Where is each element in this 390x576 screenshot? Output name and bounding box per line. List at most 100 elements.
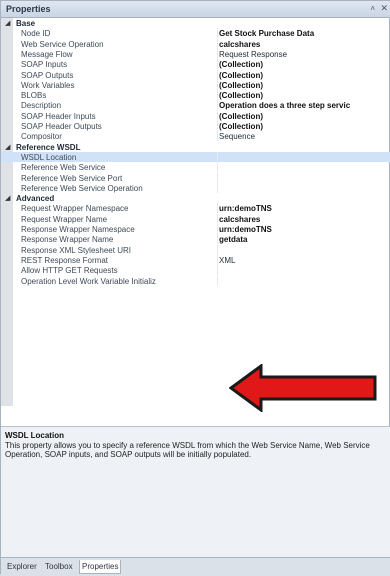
- property-name: Node ID: [21, 29, 51, 39]
- property-row[interactable]: Request Wrapper Name calcshares: [1, 213, 390, 224]
- property-value[interactable]: (Collection): [219, 91, 263, 100]
- column-divider: [217, 110, 218, 121]
- property-name: Response XML Stylesheet URI: [21, 245, 131, 255]
- column-divider: [217, 59, 218, 70]
- property-row[interactable]: Reference Web Service Operation: [1, 182, 390, 193]
- property-row[interactable]: Operation Level Work Variable Initializ: [1, 275, 390, 286]
- category-label: Advanced: [16, 194, 55, 204]
- pin-icon[interactable]: ˄: [370, 4, 375, 13]
- property-value[interactable]: getdata: [219, 235, 247, 244]
- property-value[interactable]: Operation does a three step servic: [219, 101, 350, 110]
- collapse-triangle-icon[interactable]: ◢: [5, 143, 10, 151]
- properties-window: Properties ˄ ✕ ◢ Base Node ID Get Stock Pur…: [0, 0, 390, 576]
- property-value[interactable]: Request Response: [219, 50, 287, 59]
- column-divider: [217, 162, 218, 173]
- property-row[interactable]: Response XML Stylesheet URI: [1, 244, 390, 255]
- column-divider: [217, 28, 218, 39]
- property-value[interactable]: Sequence: [219, 132, 255, 141]
- column-divider: [217, 151, 218, 162]
- category-reference-wsdl[interactable]: ◢ Reference WSDL: [1, 142, 390, 152]
- property-value[interactable]: (Collection): [219, 112, 263, 121]
- column-divider: [217, 48, 218, 59]
- column-divider: [217, 100, 218, 111]
- column-divider: [217, 234, 218, 245]
- panel-tab-strip: Explorer Toolbox Properties: [1, 557, 390, 576]
- property-value[interactable]: calcshares: [219, 215, 260, 224]
- property-name: REST Response Format: [21, 255, 108, 265]
- property-value[interactable]: urn:demoTNS: [219, 204, 272, 213]
- property-name: Reference Web Service Operation: [21, 183, 143, 193]
- property-name: SOAP Outputs: [21, 70, 74, 80]
- property-row[interactable]: Description Operation does a three step s…: [1, 100, 390, 111]
- property-grid: ◢ Base Node ID Get Stock Purchase Data Web S…: [1, 18, 390, 406]
- property-row[interactable]: Request Wrapper Namespace urn:demoTNS: [1, 203, 390, 214]
- tab-explorer[interactable]: Explorer: [5, 560, 39, 574]
- property-row[interactable]: Allow HTTP GET Requests: [1, 265, 390, 276]
- property-name: Operation Level Work Variable Initializ: [21, 276, 156, 286]
- close-icon[interactable]: ✕: [380, 3, 388, 14]
- property-value[interactable]: calcshares: [219, 40, 260, 49]
- description-title: WSDL Location: [5, 431, 64, 440]
- property-name: WSDL Location: [21, 152, 77, 162]
- property-value[interactable]: urn:demoTNS: [219, 225, 272, 234]
- tab-properties[interactable]: Properties: [79, 560, 122, 574]
- properties-titlebar: Properties ˄ ✕: [1, 1, 390, 18]
- property-name: Response Wrapper Name: [21, 235, 114, 245]
- collapse-triangle-icon[interactable]: ◢: [5, 19, 10, 27]
- property-name: Request Wrapper Name: [21, 214, 108, 224]
- property-row[interactable]: BLOBs (Collection): [1, 90, 390, 101]
- property-name: Reference Web Service Port: [21, 173, 123, 183]
- property-name: Compositor: [21, 132, 62, 142]
- column-divider: [217, 244, 218, 255]
- property-value[interactable]: Get Stock Purchase Data: [219, 29, 314, 38]
- description-pane: WSDL Location This property allows you t…: [1, 426, 390, 557]
- column-divider: [217, 213, 218, 224]
- property-row[interactable]: SOAP Header Outputs (Collection): [1, 121, 390, 131]
- column-divider: [217, 69, 218, 80]
- property-value[interactable]: (Collection): [219, 81, 263, 90]
- column-divider: [217, 121, 218, 131]
- property-name: Description: [21, 101, 62, 111]
- property-row[interactable]: WSDL Location: [1, 151, 390, 162]
- property-row[interactable]: REST Response Format XML: [1, 254, 390, 265]
- column-divider: [217, 38, 218, 49]
- property-value[interactable]: (Collection): [219, 71, 263, 80]
- property-row[interactable]: Reference Web Service Port: [1, 172, 390, 183]
- property-name: Allow HTTP GET Requests: [21, 266, 118, 276]
- property-name: Reference Web Service: [21, 163, 106, 173]
- property-name: SOAP Header Outputs: [21, 122, 102, 131]
- property-name: Message Flow: [21, 49, 73, 59]
- category-label: Reference WSDL: [16, 142, 81, 152]
- tab-toolbox[interactable]: Toolbox: [43, 560, 75, 574]
- property-value[interactable]: (Collection): [219, 60, 263, 69]
- column-divider: [217, 275, 218, 286]
- property-row[interactable]: Message Flow Request Response: [1, 48, 390, 59]
- property-row[interactable]: Response Wrapper Name getdata: [1, 234, 390, 245]
- column-divider: [217, 182, 218, 193]
- property-name: BLOBs: [21, 91, 47, 101]
- column-divider: [217, 224, 218, 234]
- property-row[interactable]: Work Variables (Collection): [1, 79, 390, 90]
- property-row[interactable]: Node ID Get Stock Purchase Data: [1, 28, 390, 39]
- property-row[interactable]: Reference Web Service: [1, 162, 390, 173]
- property-row[interactable]: Web Service Operation calcshares: [1, 38, 390, 49]
- column-divider: [217, 172, 218, 183]
- property-value[interactable]: (Collection): [219, 122, 263, 131]
- column-divider: [217, 254, 218, 265]
- property-row[interactable]: SOAP Outputs (Collection): [1, 69, 390, 80]
- property-name: Web Service Operation: [21, 39, 104, 49]
- property-row[interactable]: Compositor Sequence: [1, 131, 390, 142]
- column-divider: [217, 131, 218, 142]
- collapse-triangle-icon[interactable]: ◢: [5, 194, 10, 202]
- property-name: Response Wrapper Namespace: [21, 225, 135, 234]
- category-advanced[interactable]: ◢ Advanced: [1, 193, 390, 203]
- property-row[interactable]: SOAP Header Inputs (Collection): [1, 110, 390, 121]
- property-row[interactable]: SOAP Inputs (Collection): [1, 59, 390, 70]
- property-name: SOAP Inputs: [21, 60, 68, 70]
- category-base[interactable]: ◢ Base: [1, 18, 390, 28]
- property-name: Work Variables: [21, 80, 75, 90]
- property-row[interactable]: Response Wrapper Namespace urn:demoTNS: [1, 224, 390, 234]
- column-divider: [217, 265, 218, 276]
- property-value[interactable]: XML: [219, 256, 235, 265]
- column-divider: [217, 90, 218, 101]
